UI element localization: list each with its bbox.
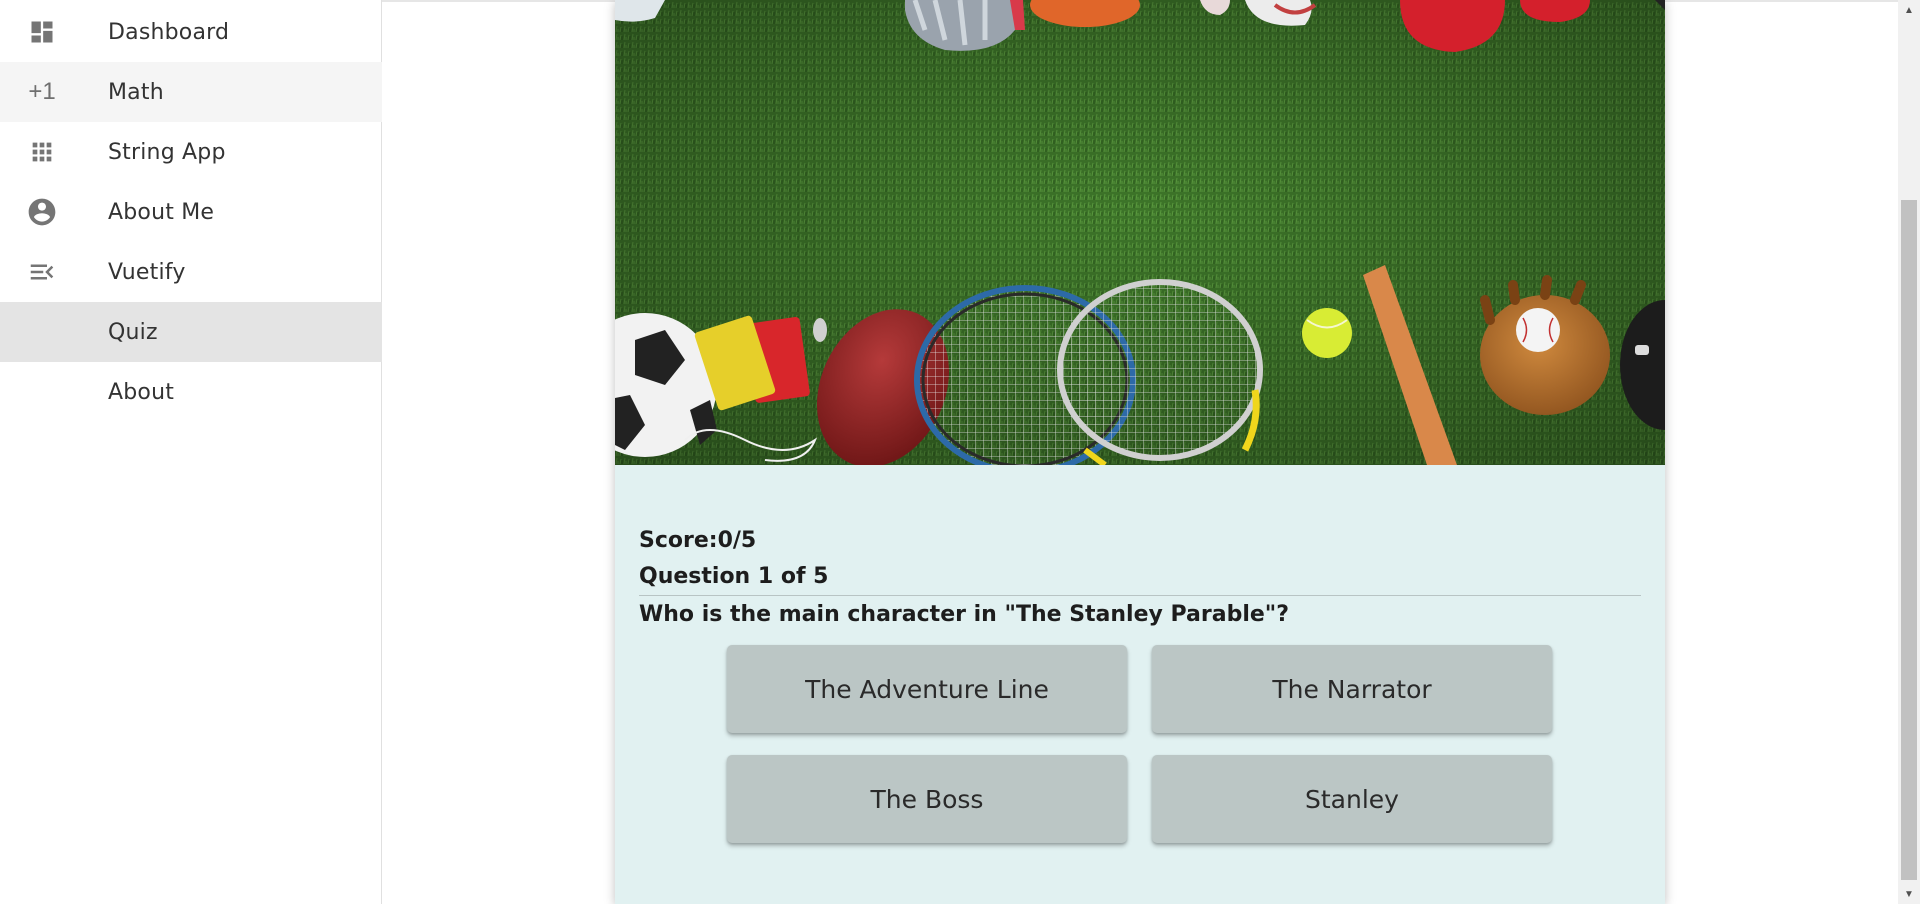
sidebar-item-label: Quiz (108, 319, 158, 345)
plus-one-icon: +1 (28, 78, 56, 105)
page-scrollbar[interactable]: ▲ ▼ (1898, 0, 1920, 904)
sidebar-item-label: About (108, 379, 175, 405)
account-circle-icon (26, 196, 58, 228)
answer-button[interactable]: Stanley (1152, 755, 1552, 843)
sidebar-item-about-me[interactable]: About Me (0, 182, 382, 242)
sidebar-item-label: Dashboard (108, 19, 230, 45)
sidebar-item-vuetify[interactable]: Vuetify (0, 242, 382, 302)
sidebar-item-label: Vuetify (108, 259, 186, 285)
scrollbar-thumb[interactable] (1901, 200, 1917, 880)
sidebar-item-string-app[interactable]: String App (0, 122, 382, 182)
sidebar-navigation: Dashboard +1 Math String App About Me Vu… (0, 0, 382, 904)
sports-equipment-image (615, 0, 1665, 465)
apps-grid-icon (26, 136, 58, 168)
scroll-up-arrow-icon[interactable]: ▲ (1898, 0, 1920, 20)
answer-button[interactable]: The Adventure Line (727, 645, 1127, 733)
sidebar-item-label: String App (108, 139, 226, 165)
sidebar-item-label: Math (108, 79, 164, 105)
sidebar-item-dashboard[interactable]: Dashboard (0, 2, 382, 62)
sidebar-item-label: About Me (108, 199, 215, 225)
scroll-down-arrow-icon[interactable]: ▼ (1898, 884, 1920, 904)
sidebar-item-about[interactable]: About (0, 362, 382, 422)
answer-button[interactable]: The Narrator (1152, 645, 1552, 733)
score-text: Score:0/5 (639, 528, 757, 553)
dashboard-icon (26, 16, 58, 48)
question-counter: Question 1 of 5 (639, 564, 829, 589)
sidebar-item-quiz[interactable]: Quiz (0, 302, 382, 362)
question-text: Who is the main character in "The Stanle… (639, 602, 1290, 627)
menu-open-icon (26, 256, 58, 288)
sidebar-item-math[interactable]: +1 Math (0, 62, 382, 122)
divider (639, 595, 1641, 596)
answer-button[interactable]: The Boss (727, 755, 1127, 843)
quiz-card: Score:0/5 Question 1 of 5 Who is the mai… (615, 0, 1665, 904)
